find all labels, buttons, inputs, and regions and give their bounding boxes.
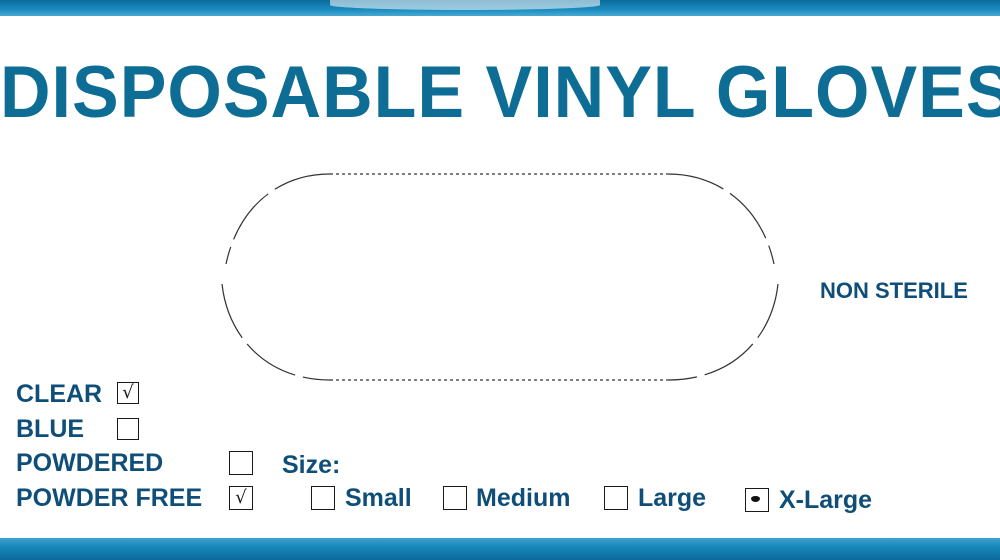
powdered-checkbox[interactable] <box>229 451 253 475</box>
powder-free-label: POWDER FREE <box>16 484 203 512</box>
powder-free-checkbox[interactable]: √ <box>229 486 253 510</box>
top-blue-band <box>0 0 1000 16</box>
perforation-right-arc <box>667 173 779 381</box>
small-checkbox[interactable] <box>311 486 335 510</box>
large-checkbox[interactable] <box>604 486 628 510</box>
bottom-blue-band <box>0 538 1000 560</box>
band-highlight <box>330 0 600 10</box>
blue-label: BLUE <box>16 415 85 443</box>
large-label: Large <box>638 484 707 512</box>
filled-mark-icon <box>751 496 760 502</box>
medium-checkbox[interactable] <box>443 486 467 510</box>
clear-label: CLEAR <box>16 380 103 408</box>
powdered-label: POWDERED <box>16 449 164 477</box>
glove-box-panel: DISPOSABLE VINYL GLOVES NON STERILE CLEA… <box>0 0 1000 560</box>
dispenser-perforation-outline <box>221 173 779 381</box>
blue-checkbox[interactable] <box>117 418 139 440</box>
x-large-checkbox[interactable] <box>745 488 769 512</box>
size-label: Size: <box>282 451 341 479</box>
non-sterile-label: NON STERILE <box>820 278 968 303</box>
small-label: Small <box>345 484 412 512</box>
x-large-label: X-Large <box>779 486 873 514</box>
product-title: DISPOSABLE VINYL GLOVES <box>0 51 1000 133</box>
medium-label: Medium <box>476 484 571 512</box>
perforation-left-arc <box>221 173 331 381</box>
clear-checkbox[interactable]: √ <box>117 382 139 404</box>
